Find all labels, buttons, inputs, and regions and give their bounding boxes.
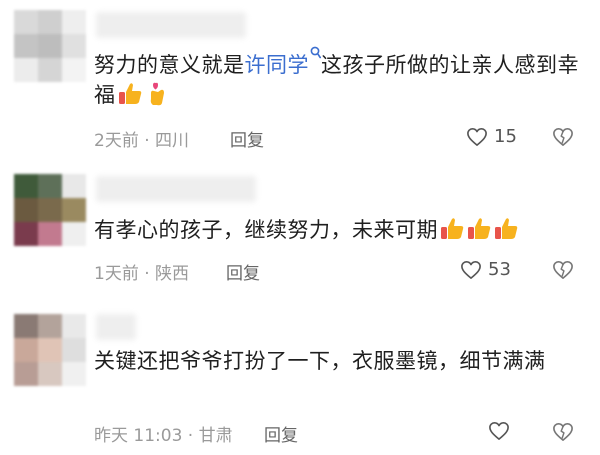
avatar-pixel	[62, 198, 86, 222]
avatar-pixel	[14, 222, 38, 246]
like-button[interactable]: 15	[466, 126, 517, 147]
avatar[interactable]	[14, 10, 86, 82]
mention-link[interactable]: 许同学	[244, 46, 322, 77]
avatar-pixel	[38, 58, 62, 82]
avatar-pixel	[38, 198, 62, 222]
heart-icon	[467, 127, 487, 146]
avatar-pixel	[14, 174, 38, 198]
reply-button[interactable]: 回复	[226, 259, 260, 284]
avatar-pixel	[38, 10, 62, 34]
like-count: 53	[488, 259, 511, 280]
avatar[interactable]	[14, 174, 86, 246]
username-blurred[interactable]	[96, 12, 246, 38]
avatar-pixel	[38, 34, 62, 58]
thumbs-up-icon	[495, 218, 518, 239]
avatar-pixel	[62, 338, 86, 362]
comment-text-part: 有孝心的孩子，继续努力，未来可期	[94, 218, 438, 242]
avatar-pixel	[14, 10, 38, 34]
broken-heart-icon[interactable]	[552, 260, 574, 280]
avatar-pixel	[62, 362, 86, 386]
reply-button[interactable]: 回复	[230, 126, 264, 151]
comment-text: 努力的意义就是许同学 这孩子所做的让亲人感到幸福	[94, 46, 582, 110]
reply-button[interactable]: 回复	[264, 421, 298, 446]
thumbs-up-icon	[441, 218, 464, 239]
avatar[interactable]	[14, 314, 86, 386]
avatar-pixel	[62, 174, 86, 198]
comment-text-part: 努力的意义就是	[94, 53, 245, 77]
avatar-pixel	[38, 338, 62, 362]
comment-text: 有孝心的孩子，继续努力，未来可期	[94, 215, 582, 245]
username-blurred[interactable]	[96, 176, 256, 202]
avatar-pixel	[62, 34, 86, 58]
avatar-pixel	[14, 34, 38, 58]
avatar-pixel	[14, 58, 38, 82]
search-icon	[310, 46, 321, 59]
avatar-pixel	[38, 314, 62, 338]
avatar-pixel	[62, 10, 86, 34]
comment-meta: 2天前 · 四川	[94, 131, 190, 151]
like-button[interactable]: 53	[460, 259, 511, 280]
heart-icon	[489, 422, 509, 440]
heart-icon	[461, 260, 481, 279]
thumbs-up-icon	[468, 218, 491, 239]
avatar-pixel	[62, 58, 86, 82]
finger-heart-icon	[150, 82, 164, 106]
comment-meta: 1天前 · 陕西	[94, 264, 190, 284]
avatar-pixel	[14, 198, 38, 222]
avatar-pixel	[38, 174, 62, 198]
like-button[interactable]	[488, 421, 516, 441]
avatar-pixel	[14, 314, 38, 338]
avatar-pixel	[62, 314, 86, 338]
username-blurred[interactable]	[96, 314, 136, 340]
broken-heart-icon[interactable]	[552, 422, 574, 442]
avatar-pixel	[38, 362, 62, 386]
avatar-pixel	[38, 222, 62, 246]
avatar-pixel	[14, 338, 38, 362]
broken-heart-icon[interactable]	[552, 127, 574, 147]
like-count: 15	[494, 126, 517, 147]
mention-name: 许同学	[244, 53, 309, 77]
thumbs-up-icon	[118, 83, 141, 104]
comment-meta: 昨天 11:03 · 甘肃	[94, 426, 233, 446]
avatar-pixel	[62, 222, 86, 246]
comment-text: 关键还把爷爷打扮了一下，衣服墨镜，细节满满	[94, 349, 546, 373]
avatar-pixel	[14, 362, 38, 386]
